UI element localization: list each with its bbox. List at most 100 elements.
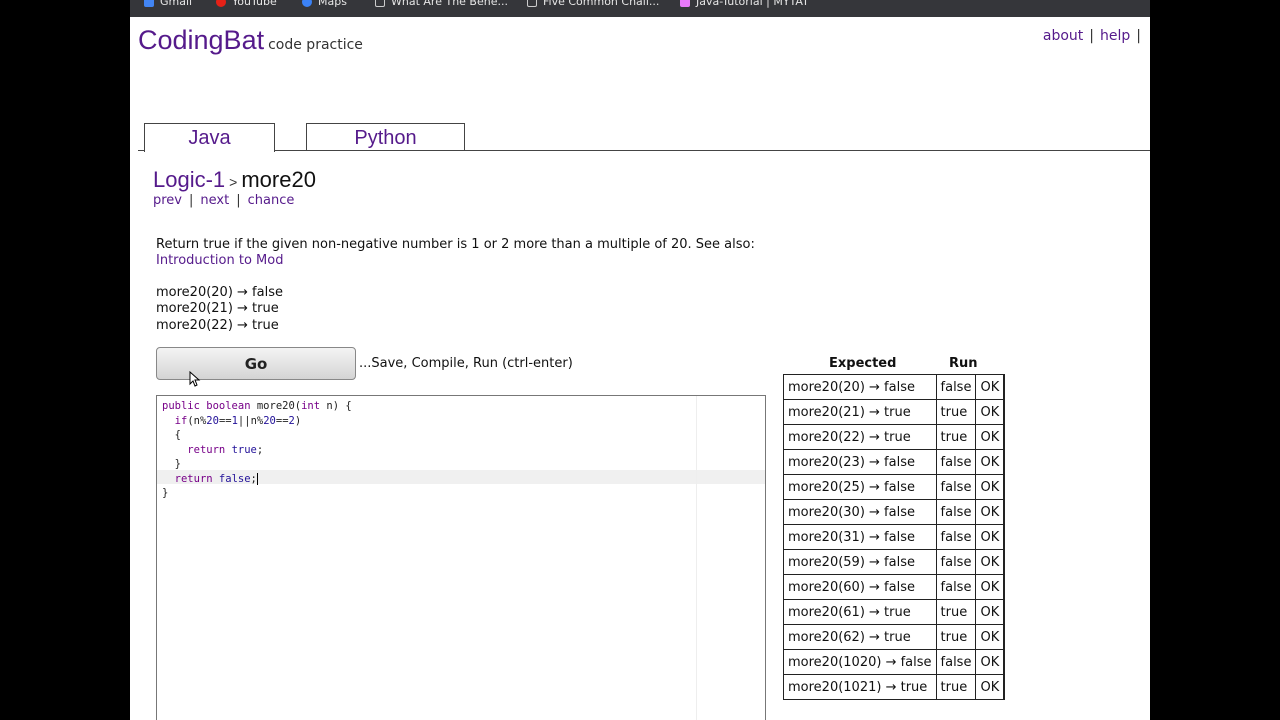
mouse-pointer-icon <box>189 371 201 387</box>
table-row: more20(25) → false false OK <box>783 474 1006 500</box>
pass-indicator <box>1003 474 1006 500</box>
expected-cell: more20(23) → false <box>783 449 937 475</box>
separator: | <box>1136 28 1141 44</box>
table-row: more20(20) → false false OK <box>783 374 1006 400</box>
pass-indicator <box>1003 574 1006 600</box>
table-row: more20(62) → true true OK <box>783 624 1006 650</box>
code-line: if(n%20==1||n%20==2) <box>174 414 302 427</box>
run-cell: true <box>935 674 977 700</box>
status-cell: OK <box>975 374 1005 400</box>
table-row: more20(21) → true true OK <box>783 399 1006 425</box>
run-cell: true <box>935 399 977 425</box>
page-icon <box>527 0 537 7</box>
bookmark-maps[interactable]: Maps <box>302 0 347 8</box>
status-cell: OK <box>975 449 1005 475</box>
category-link[interactable]: Logic-1 <box>153 167 225 192</box>
status-cell: OK <box>975 524 1005 550</box>
intro-to-mod-link[interactable]: Introduction to Mod <box>156 253 283 268</box>
bookmark-what-are[interactable]: What Are The Bene... <box>375 0 508 8</box>
table-row: more20(1021) → true true OK <box>783 674 1006 700</box>
code-line: return true; <box>187 443 264 456</box>
code-editor[interactable]: public boolean more20(int n) { if(n%20==… <box>156 395 766 720</box>
expected-cell: more20(20) → false <box>783 374 937 400</box>
breadcrumb-separator: > <box>229 174 238 190</box>
expected-cell: more20(31) → false <box>783 524 937 550</box>
page: CodingBat code practice about | help | Java … <box>130 17 1150 720</box>
pass-indicator <box>1003 649 1006 675</box>
next-link[interactable]: next <box>200 193 229 208</box>
code-content[interactable]: public boolean more20(int n) { if(n%20==… <box>162 399 352 501</box>
about-link[interactable]: about <box>1043 28 1083 44</box>
run-cell: false <box>935 449 977 475</box>
expected-cell: more20(62) → true <box>783 624 937 650</box>
example-line: more20(20) → false <box>156 285 283 300</box>
table-row: more20(31) → false false OK <box>783 524 1006 550</box>
results-grid: more20(20) → false false OK more20(21) → tr… <box>783 374 1006 700</box>
text-caret <box>256 472 258 485</box>
expected-cell: more20(60) → false <box>783 574 937 600</box>
pass-indicator <box>1003 424 1006 450</box>
gmail-icon <box>144 0 154 7</box>
status-cell: OK <box>975 624 1005 650</box>
examples: more20(20) → false more20(21) → true mor… <box>156 285 283 334</box>
separator: | <box>1089 28 1095 44</box>
example-line: more20(22) → true <box>156 317 279 333</box>
problem-description: Return true if the given non-negative nu… <box>156 237 756 269</box>
table-row: more20(60) → false false OK <box>783 574 1006 600</box>
run-cell: false <box>935 499 977 525</box>
separator: | <box>189 193 194 208</box>
table-row: more20(59) → false false OK <box>783 549 1006 575</box>
expected-header: Expected <box>829 356 897 371</box>
go-button[interactable]: Go <box>156 347 356 380</box>
expected-cell: more20(61) → true <box>783 599 937 625</box>
run-cell: false <box>935 524 977 550</box>
status-cell: OK <box>975 674 1005 700</box>
bookmark-gmail[interactable]: Gmail <box>144 0 192 8</box>
expected-cell: more20(22) → true <box>783 424 937 450</box>
run-cell: false <box>935 549 977 575</box>
status-cell: OK <box>975 424 1005 450</box>
site-logo[interactable]: CodingBat code practice <box>138 25 363 56</box>
expected-cell: more20(25) → false <box>783 474 937 500</box>
tab-python[interactable]: Python <box>306 123 465 151</box>
pass-indicator <box>1003 624 1006 650</box>
table-row: more20(61) → true true OK <box>783 599 1006 625</box>
pass-indicator <box>1003 449 1006 475</box>
maps-icon <box>302 0 312 7</box>
run-cell: false <box>935 649 977 675</box>
bookmark-youtube[interactable]: YouTube <box>216 0 277 8</box>
pass-indicator <box>1003 374 1006 400</box>
tab-java[interactable]: Java <box>144 123 275 152</box>
run-header: Run <box>949 356 978 371</box>
chance-link[interactable]: chance <box>248 193 295 208</box>
youtube-icon <box>216 0 226 7</box>
bookmark-java-tutorial[interactable]: Java-Tutorial | MYTAT <box>680 0 809 8</box>
code-line: public boolean more20(int n) { <box>162 400 352 412</box>
code-line: } <box>162 458 181 470</box>
expected-cell: more20(59) → false <box>783 549 937 575</box>
table-row: more20(22) → true true OK <box>783 424 1006 450</box>
prev-link[interactable]: prev <box>153 193 182 208</box>
brand-name: CodingBat <box>138 25 265 55</box>
problem-nav: prev | next | chance <box>153 193 294 208</box>
pass-indicator <box>1003 524 1006 550</box>
bookmark-five-common[interactable]: Five Common Chall... <box>527 0 659 8</box>
code-line: } <box>162 487 169 499</box>
tab-divider <box>138 150 1150 151</box>
print-margin <box>696 396 697 720</box>
expected-cell: more20(1021) → true <box>783 674 937 700</box>
table-row: more20(30) → false false OK <box>783 499 1006 525</box>
page-icon <box>375 0 385 7</box>
table-row: more20(1020) → false false OK <box>783 649 1006 675</box>
code-line: return false; <box>174 472 258 485</box>
breadcrumb: Logic-1 > more20 <box>153 167 316 193</box>
help-link[interactable]: help <box>1100 28 1130 44</box>
status-cell: OK <box>975 549 1005 575</box>
run-cell: false <box>935 474 977 500</box>
pass-indicator <box>1003 499 1006 525</box>
status-cell: OK <box>975 574 1005 600</box>
pass-indicator <box>1003 399 1006 425</box>
status-cell: OK <box>975 399 1005 425</box>
description-text: Return true if the given non-negative nu… <box>156 237 755 252</box>
expected-cell: more20(21) → true <box>783 399 937 425</box>
